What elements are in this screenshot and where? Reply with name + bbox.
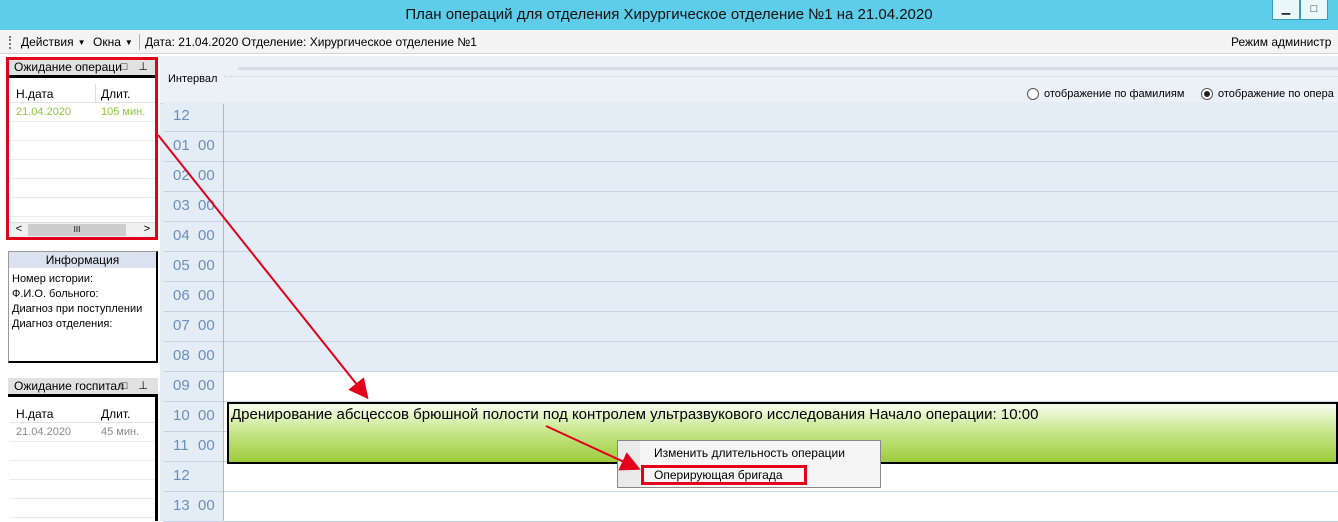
- arrow-to-operation: [157, 134, 369, 400]
- arrow-to-menu-item: [545, 425, 641, 471]
- annotation-arrows: [157, 134, 641, 471]
